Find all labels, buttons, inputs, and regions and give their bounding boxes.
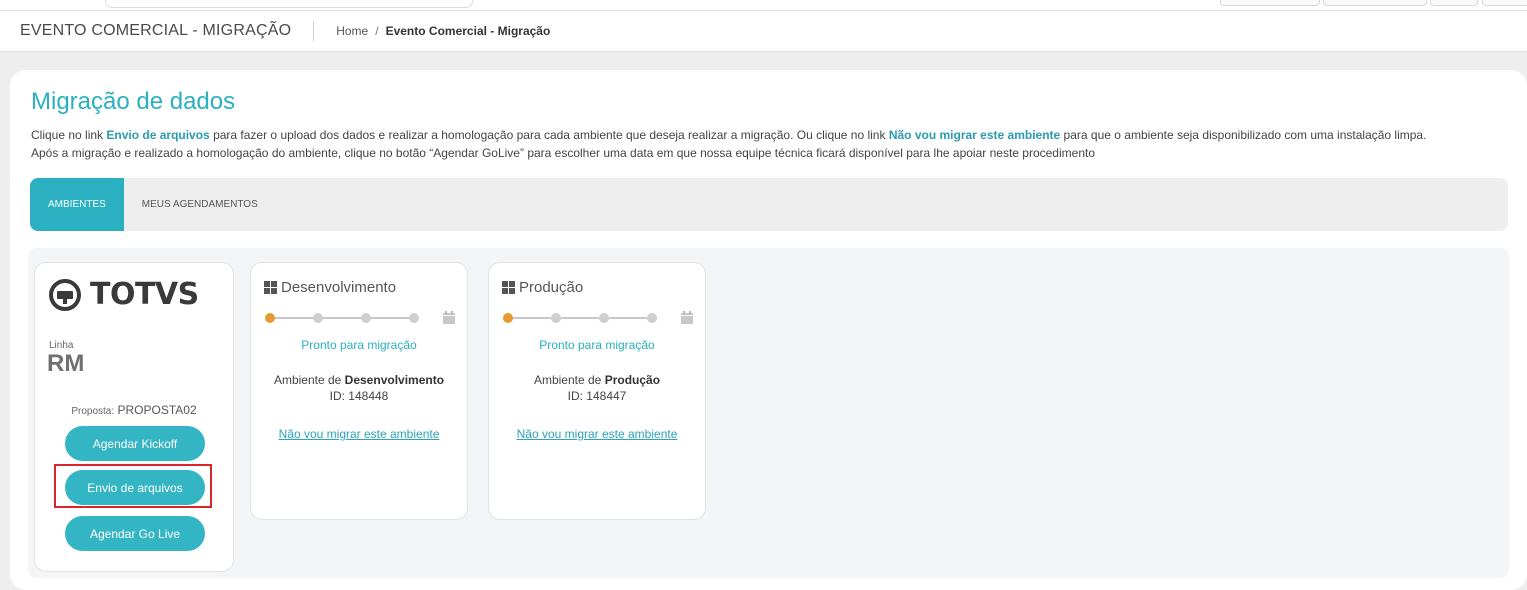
tab-meus-agendamentos[interactable]: MEUS AGENDAMENTOS [124, 178, 276, 231]
env-description: Ambiente de Desenvolvimento ID: 148448 [251, 372, 467, 404]
env-name: Desenvolvimento [281, 279, 397, 296]
env-desc-name: Desenvolvimento [344, 373, 445, 387]
calendar-icon [681, 311, 693, 324]
toolbar-button-partial[interactable] [1220, 0, 1320, 6]
instructions-highlight-skip: Não vou migrar este ambiente [888, 128, 1061, 142]
progress-step-3 [361, 313, 371, 323]
toolbar-button-partial[interactable] [1430, 0, 1478, 6]
proposta-value: PROPOSTA02 [117, 403, 197, 417]
env-card-producao: Produção Pronto para migração Ambiente d… [488, 262, 706, 520]
env-desc-name: Produção [604, 373, 661, 387]
progress-step-1 [265, 313, 275, 323]
main-card: Migração de dados Clique no link Envio d… [10, 70, 1527, 590]
totvs-logo: TOTVS [49, 277, 199, 312]
page-heading: EVENTO COMERCIAL - MIGRAÇÃO [20, 22, 292, 39]
instructions-line-2: Após a migração e realizado a homologaçã… [31, 146, 1095, 160]
progress-step-2 [551, 313, 561, 323]
skip-environment-link[interactable]: Não vou migrar este ambiente [489, 427, 705, 441]
breadcrumb: Home / Evento Comercial - Migração [336, 24, 550, 38]
progress-step-4 [409, 313, 419, 323]
windows-icon [502, 281, 515, 294]
env-title: Produção [502, 279, 583, 296]
page-title: Migração de dados [31, 88, 236, 115]
env-desc-line: Ambiente de Desenvolvimento [251, 372, 467, 388]
instructions-text: para fazer o upload dos dados e realizar… [209, 128, 889, 142]
instructions-line-1: Clique no link Envio de arquivos para fa… [31, 126, 1521, 144]
header-divider [313, 21, 315, 41]
progress-step-3 [599, 313, 609, 323]
proposta: Proposta: PROPOSTA02 [35, 403, 233, 417]
product-info-card: TOTVS Linha RM Proposta: PROPOSTA02 Agen… [34, 262, 234, 572]
progress-step-1 [503, 313, 513, 323]
logo-text: TOTVS [90, 277, 199, 312]
windows-icon [264, 281, 277, 294]
env-desc-prefix: Ambiente de [533, 373, 605, 387]
calendar-icon [443, 311, 455, 324]
breadcrumb-home[interactable]: Home [336, 24, 368, 38]
toolbar-button-partial[interactable] [1323, 0, 1427, 6]
progress-track [509, 317, 657, 319]
env-card-desenvolvimento: Desenvolvimento Pronto para migração Amb… [250, 262, 468, 520]
env-status: Pronto para migração [301, 338, 417, 352]
search-input-partial[interactable] [105, 0, 473, 8]
linha-value: RM [47, 350, 85, 377]
instructions: Clique no link Envio de arquivos para fa… [31, 126, 1521, 162]
env-desc-prefix: Ambiente de [273, 373, 345, 387]
breadcrumb-separator: / [375, 24, 379, 38]
env-status: Pronto para migração [539, 338, 655, 352]
env-id: ID: 148447 [567, 389, 627, 403]
breadcrumb-current: Evento Comercial - Migração [385, 24, 551, 38]
page-header: EVENTO COMERCIAL - MIGRAÇÃO Home / Event… [0, 11, 1527, 52]
tab-bar: AMBIENTES MEUS AGENDAMENTOS [30, 178, 1508, 231]
top-toolbar [0, 0, 1527, 11]
instructions-highlight-upload: Envio de arquivos [106, 128, 210, 142]
totvs-logo-icon [49, 278, 81, 311]
envio-arquivos-button[interactable]: Envio de arquivos [65, 470, 205, 505]
agendar-golive-button[interactable]: Agendar Go Live [65, 516, 205, 551]
progress-track [271, 317, 419, 319]
instructions-text: para que o ambiente seja disponibilizado… [1060, 128, 1427, 142]
agendar-kickoff-button[interactable]: Agendar Kickoff [65, 426, 205, 461]
progress-step-2 [313, 313, 323, 323]
env-title: Desenvolvimento [264, 279, 396, 296]
env-name: Produção [519, 279, 584, 296]
instructions-text: Clique no link [31, 128, 107, 142]
proposta-label: Proposta: [71, 406, 115, 417]
env-id: ID: 148448 [329, 389, 389, 403]
toolbar-button-partial[interactable] [1482, 0, 1527, 6]
migration-progress [503, 311, 693, 325]
environments-panel: TOTVS Linha RM Proposta: PROPOSTA02 Agen… [28, 248, 1509, 578]
progress-step-4 [647, 313, 657, 323]
skip-environment-link[interactable]: Não vou migrar este ambiente [251, 427, 467, 441]
env-description: Ambiente de Produção ID: 148447 [489, 372, 705, 404]
migration-progress [265, 311, 455, 325]
tab-ambientes[interactable]: AMBIENTES [30, 178, 124, 231]
env-desc-line: Ambiente de Produção [489, 372, 705, 388]
